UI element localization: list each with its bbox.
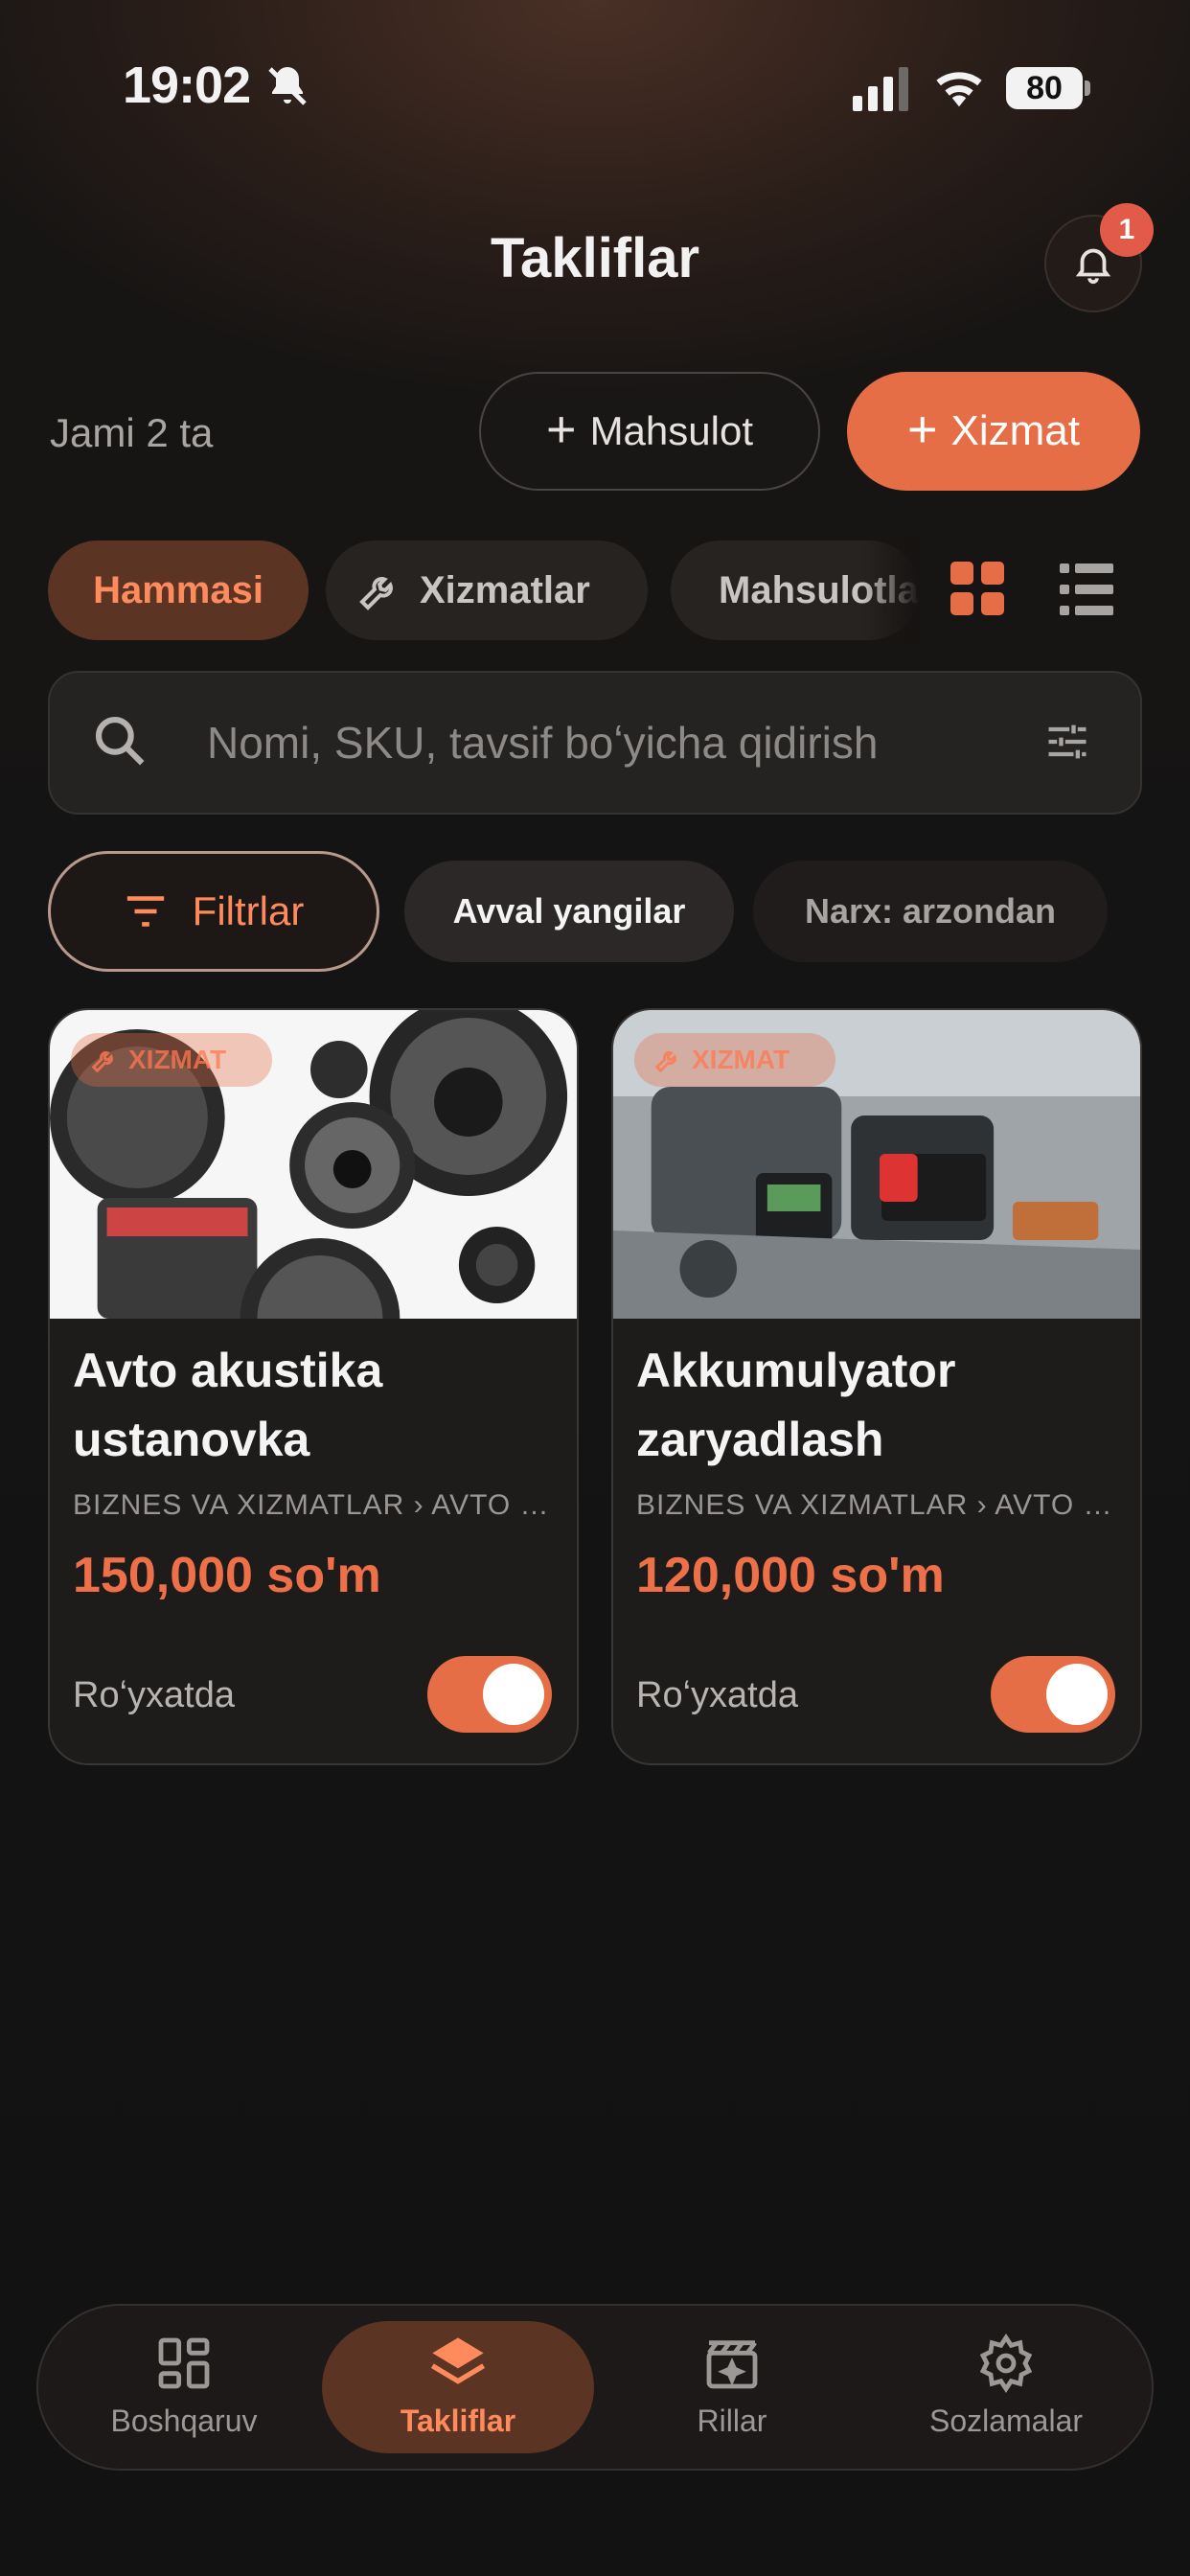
sort-price-label: Narx: arzondan — [804, 891, 1057, 931]
tab-services-label: Xizmatlar — [420, 568, 590, 611]
nav-label: Rillar — [697, 2404, 767, 2438]
offer-price: 120,000 so'm — [636, 1548, 945, 1603]
sort-price-asc[interactable]: Narx: arzondan — [753, 861, 1108, 962]
offer-card[interactable]: XIZMAT Akkumulyator zaryadlash BIZNES VA… — [611, 1008, 1142, 1765]
plus-icon: + — [906, 401, 938, 458]
service-tag: XIZMAT — [634, 1033, 835, 1087]
add-service-label: Xizmat — [950, 407, 1081, 454]
nav-label: Takliflar — [400, 2404, 516, 2438]
tab-all-label: Hammasi — [93, 568, 263, 611]
service-tag-label: XIZMAT — [692, 1045, 790, 1074]
clapperboard-icon — [706, 2340, 758, 2389]
add-product-label: Mahsulot — [589, 408, 753, 453]
grid-view-icon[interactable] — [950, 562, 1004, 615]
wifi-icon — [936, 72, 982, 107]
offer-card[interactable]: XIZMAT Avto akustika ustanovka BIZNES VA… — [48, 1008, 579, 1765]
filters-label: Filtrlar — [192, 888, 305, 933]
offer-title: Akkumulyator zaryadlash — [636, 1344, 956, 1466]
wrench-icon — [654, 1051, 676, 1073]
nav-item-offers[interactable]: Takliflar — [333, 2333, 583, 2439]
listing-status: Roʻyxatda — [636, 1675, 798, 1715]
service-tag-label: XIZMAT — [128, 1045, 227, 1074]
battery-nub — [1085, 80, 1090, 96]
wrench-icon — [359, 577, 393, 610]
nav-label: Boshqaruv — [110, 2404, 258, 2438]
sort-newest[interactable]: Avval yangilar — [404, 861, 734, 962]
cellular-signal-icon — [853, 67, 908, 111]
add-product-button[interactable]: + Mahsulot — [479, 372, 820, 491]
gear-icon — [979, 2334, 1033, 2393]
nav-item-reels[interactable]: Rillar — [607, 2333, 857, 2439]
offer-category: BIZNES VA XIZMATLAR › AVTO XIZMATLAR — [73, 1489, 552, 1521]
tab-all[interactable]: Hammasi — [48, 540, 309, 640]
filter-lines-icon — [126, 896, 164, 927]
search-icon — [95, 716, 145, 766]
listing-status: Roʻyxatda — [73, 1675, 235, 1715]
bell-muted-icon — [268, 67, 307, 105]
dashboard-icon — [158, 2337, 210, 2389]
nav-label: Sozlamalar — [928, 2404, 1084, 2438]
offer-title: Avto akustika ustanovka — [73, 1344, 383, 1466]
toggle-knob — [483, 1664, 544, 1725]
wrench-icon — [91, 1051, 113, 1073]
filters-button[interactable]: Filtrlar — [48, 851, 379, 972]
toggle-knob — [1046, 1664, 1108, 1725]
battery-indicator: 80 — [1006, 67, 1083, 109]
sort-newest-label: Avval yangilar — [452, 891, 686, 931]
listing-toggle[interactable] — [991, 1656, 1115, 1733]
search-input[interactable]: Nomi, SKU, tavsif boʻyicha qidirish — [207, 717, 993, 769]
sliders-icon[interactable] — [1042, 717, 1092, 767]
service-tag: XIZMAT — [71, 1033, 272, 1087]
status-time: 19:02 — [123, 57, 251, 114]
layers-icon — [430, 2337, 486, 2384]
offer-price: 150,000 so'm — [73, 1548, 381, 1603]
total-count: Jami 2 ta — [50, 410, 214, 455]
tabs-fade — [862, 537, 920, 644]
offer-category: BIZNES VA XIZMATLAR › AVTO XIZMATLAR — [636, 1489, 1115, 1521]
nav-item-settings[interactable]: Sozlamalar — [881, 2333, 1131, 2439]
page-title: Takliflar — [490, 227, 700, 289]
nav-item-dashboard[interactable]: Boshqaruv — [59, 2333, 309, 2439]
list-view-icon[interactable] — [1060, 564, 1113, 615]
tab-services[interactable]: Xizmatlar — [326, 540, 648, 640]
plus-icon: + — [546, 401, 577, 458]
add-service-button[interactable]: + Xizmat — [847, 372, 1140, 491]
notification-badge: 1 — [1100, 203, 1154, 257]
listing-toggle[interactable] — [427, 1656, 552, 1733]
